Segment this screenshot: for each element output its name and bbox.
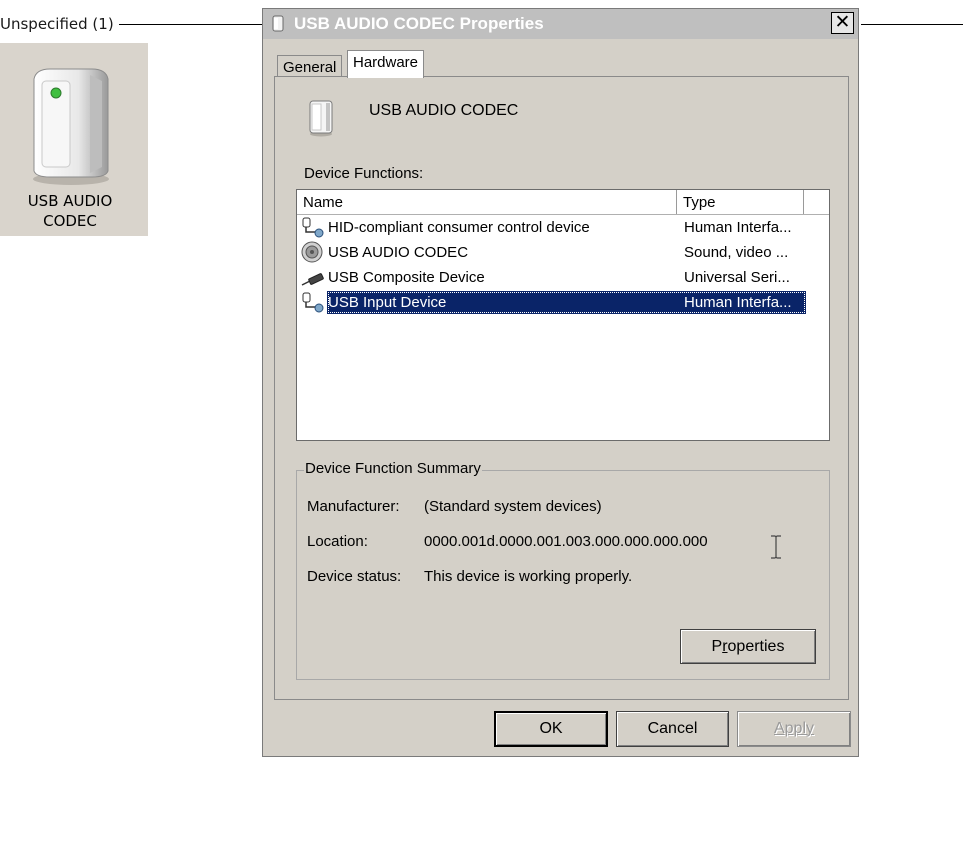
- properties-button-label: Properties: [711, 638, 785, 655]
- device-status-value: This device is working properly.: [424, 568, 633, 585]
- apply-button[interactable]: Apply: [737, 711, 851, 747]
- list-item-selected[interactable]: USB Input Device Human Interfa...: [300, 291, 806, 314]
- list-item[interactable]: HID-compliant consumer control device Hu…: [300, 216, 804, 239]
- manufacturer-value: (Standard system devices): [424, 498, 602, 515]
- tab-hardware[interactable]: Hardware: [347, 50, 425, 78]
- device-functions-list[interactable]: Name Type HID-compliant consumer control…: [296, 189, 830, 441]
- list-header: Name Type: [297, 190, 829, 215]
- properties-dialog: USB AUDIO CODEC Properties ✕ General Har…: [262, 8, 859, 757]
- device-function-summary: Device Function Summary Manufacturer: (S…: [296, 460, 830, 680]
- computer-tower-icon: [33, 68, 109, 185]
- group-divider-left: [119, 24, 262, 25]
- device-functions-label: Device Functions:: [304, 165, 424, 182]
- hardware-tab-panel: USB AUDIO CODEC Device Functions: Name T…: [274, 76, 849, 700]
- location-value: 0000.001d.0000.001.003.000.000.000.000: [424, 533, 708, 550]
- hid-device-icon: [302, 217, 324, 238]
- list-item[interactable]: USB Composite Device Universal Seri...: [300, 266, 804, 289]
- desktop-device-item[interactable]: USB AUDIO CODEC: [0, 43, 148, 236]
- dialog-title: USB AUDIO CODEC Properties: [294, 14, 544, 33]
- speaker-icon: [301, 241, 323, 263]
- apply-button-label: Apply: [773, 720, 815, 737]
- device-icon: [309, 100, 333, 137]
- manufacturer-label: Manufacturer:: [307, 498, 400, 515]
- column-header-type[interactable]: Type: [677, 190, 804, 214]
- ok-button[interactable]: OK: [494, 711, 608, 747]
- column-header-filler: [804, 190, 829, 214]
- properties-button[interactable]: Properties: [680, 629, 816, 664]
- close-icon: ✕: [834, 12, 851, 33]
- location-label: Location:: [307, 533, 368, 550]
- close-button[interactable]: ✕: [831, 12, 854, 34]
- column-header-name[interactable]: Name: [297, 190, 677, 214]
- tab-general[interactable]: General: [277, 55, 343, 77]
- title-bar[interactable]: USB AUDIO CODEC Properties ✕: [263, 9, 858, 39]
- group-divider-right: [861, 24, 963, 25]
- list-item[interactable]: USB AUDIO CODEC Sound, video ...: [300, 241, 804, 264]
- group-header-label: Unspecified (1): [0, 15, 114, 33]
- summary-title: Device Function Summary: [304, 460, 482, 477]
- hid-device-icon: [302, 292, 324, 313]
- device-status-label: Device status:: [307, 568, 402, 585]
- device-name: USB AUDIO CODEC: [369, 102, 519, 119]
- device-icon: [272, 15, 284, 32]
- cancel-button[interactable]: Cancel: [616, 711, 729, 747]
- desktop-device-label: USB AUDIO CODEC: [27, 192, 113, 230]
- usb-plug-icon: [301, 273, 324, 286]
- text-cursor-icon: [771, 535, 781, 559]
